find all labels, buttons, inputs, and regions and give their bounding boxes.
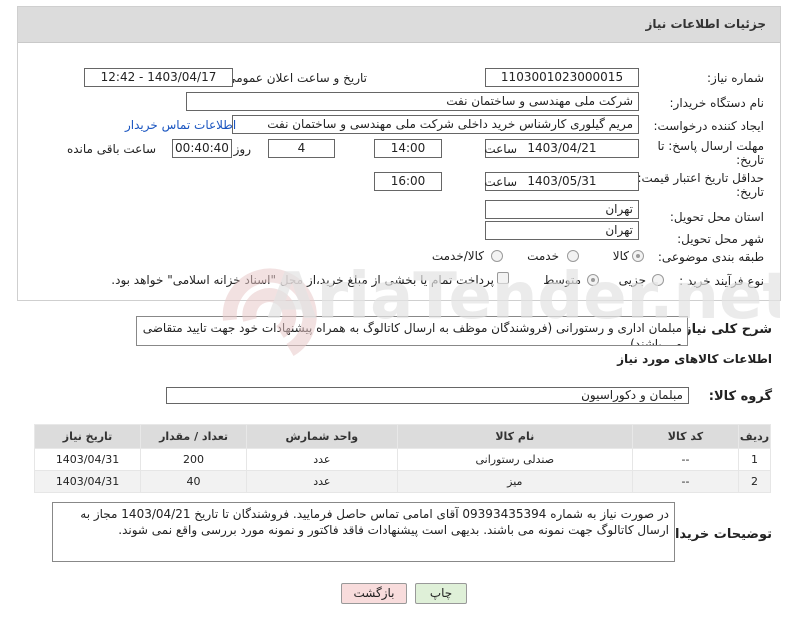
- cell-item-name: میز: [396, 470, 633, 493]
- panel-header: جزئیات اطلاعات نیاز: [18, 7, 780, 43]
- process-radio-medium[interactable]: [587, 274, 599, 286]
- col-row-number: ردیف: [737, 424, 772, 449]
- category-radio-goods[interactable]: [632, 250, 644, 262]
- goods-table-header: ردیف کد کالا نام کالا واحد شمارش تعداد /…: [33, 424, 772, 449]
- description-textarea[interactable]: مبلمان اداری و رستورانی (فروشندگان موظف …: [136, 316, 688, 346]
- goods-group-label: گروه کالا:: [708, 389, 772, 404]
- remaining-time-field[interactable]: 00:40:40: [172, 139, 232, 158]
- city-field[interactable]: تهران: [485, 221, 639, 240]
- treasury-payment-checkbox[interactable]: [497, 272, 509, 284]
- category-option-goods: کالا: [612, 249, 629, 263]
- validity-time-label: ساعت: [484, 175, 517, 189]
- col-unit: واحد شمارش: [246, 424, 398, 449]
- cell-need-date: 1403/04/31: [33, 470, 142, 493]
- category-option-goods-service: کالا/خدمت: [431, 249, 484, 263]
- category-option-service: خدمت: [527, 249, 559, 263]
- goods-group-field[interactable]: مبلمان و دکوراسیون: [166, 387, 689, 404]
- category-radio-goods-service[interactable]: [491, 250, 503, 262]
- creator-field[interactable]: مریم گیلوری کارشناس خرید داخلی شرکت ملی …: [232, 115, 639, 134]
- cell-row-number: 1: [737, 448, 772, 471]
- creator-label: ایجاد کننده درخواست:: [653, 119, 764, 133]
- days-remaining-field[interactable]: 4: [268, 139, 335, 158]
- deadline-label-date: تاریخ:: [736, 153, 764, 167]
- announce-field[interactable]: 1403/04/17 - 12:42: [84, 68, 233, 87]
- process-label: نوع فرآیند خرید :: [679, 274, 764, 288]
- description-label: شرح کلی نیاز:: [678, 322, 772, 337]
- province-label: استان محل تحویل:: [669, 210, 764, 224]
- cell-unit: عدد: [246, 470, 398, 493]
- category-radio-service[interactable]: [567, 250, 579, 262]
- deadline-label: مهلت ارسال پاسخ: تا: [657, 139, 764, 153]
- validity-time-field[interactable]: 16:00: [374, 172, 442, 191]
- cell-item-code: --: [631, 448, 739, 471]
- remaining-label: ساعت باقی مانده: [66, 142, 156, 156]
- table-row[interactable]: 1 -- صندلی رستورانی عدد 200 1403/04/31: [33, 448, 772, 471]
- cell-unit: عدد: [246, 448, 398, 471]
- cell-need-date: 1403/04/31: [33, 448, 142, 471]
- city-label: شهر محل تحویل:: [677, 232, 764, 246]
- cell-row-number: 2: [737, 470, 772, 493]
- cell-quantity: 40: [140, 470, 248, 493]
- need-number-label: شماره نیاز:: [707, 71, 764, 85]
- print-button[interactable]: چاپ: [415, 583, 467, 604]
- validity-label: حداقل تاریخ اعتبار قیمت: تا: [626, 171, 764, 185]
- panel-title: جزئیات اطلاعات نیاز: [645, 17, 766, 31]
- cell-item-name: صندلی رستورانی: [396, 448, 633, 471]
- category-label: طبقه بندی موضوعی:: [657, 250, 764, 264]
- validity-label-date: تاریخ:: [736, 185, 764, 199]
- goods-table: ردیف کد کالا نام کالا واحد شمارش تعداد /…: [33, 424, 772, 493]
- buyer-org-label: نام دستگاه خریدار:: [669, 96, 765, 110]
- process-option-minor: جزیی: [618, 273, 646, 287]
- col-item-name: نام کالا: [396, 424, 633, 449]
- cell-item-code: --: [631, 470, 739, 493]
- col-item-code: کد کالا: [631, 424, 739, 449]
- need-number-field[interactable]: 1103001023000015: [485, 68, 639, 87]
- goods-section-title: اطلاعات کالاهای مورد نیاز: [617, 352, 772, 366]
- treasury-payment-note: پرداخت تمام یا بخشی از مبلغ خرید،از محل …: [111, 273, 494, 287]
- deadline-time-label: ساعت: [484, 142, 517, 156]
- col-need-date: تاریخ نیاز: [33, 424, 142, 449]
- buyer-contact-link[interactable]: اطلاعات تماس خریدار: [125, 118, 236, 132]
- table-row[interactable]: 2 -- میز عدد 40 1403/04/31: [33, 470, 772, 493]
- process-radio-minor[interactable]: [652, 274, 664, 286]
- deadline-time-field[interactable]: 14:00: [374, 139, 442, 158]
- back-button[interactable]: بازگشت: [341, 583, 407, 604]
- announce-label: تاریخ و ساعت اعلان عمومی:: [222, 71, 367, 85]
- buyer-notes-label: توضیحات خریدار:: [662, 527, 772, 542]
- process-option-medium: متوسط: [543, 273, 581, 287]
- buyer-notes-textarea[interactable]: در صورت نیاز به شماره 09393435394 آقای ا…: [52, 502, 675, 562]
- province-field[interactable]: تهران: [485, 200, 639, 219]
- buyer-org-field[interactable]: شرکت ملی مهندسی و ساختمان نفت: [186, 92, 639, 111]
- cell-quantity: 200: [140, 448, 248, 471]
- need-details-panel: جزئیات اطلاعات نیاز شماره نیاز: 11030010…: [17, 6, 781, 301]
- col-quantity: تعداد / مقدار: [140, 424, 248, 449]
